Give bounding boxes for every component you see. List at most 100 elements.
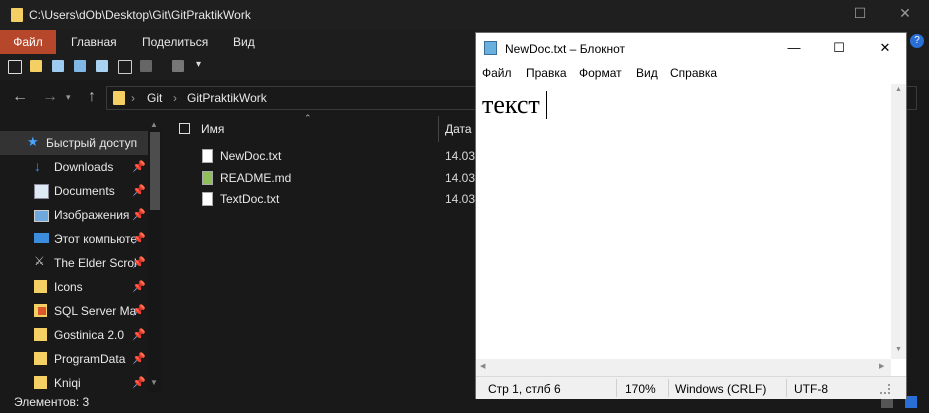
list-item[interactable]: README.md 14.03. [198,168,478,190]
sidebar-item-elder-scrolls[interactable]: ⚔ The Elder Scrolls 📌 [0,251,148,275]
menu-file[interactable]: Файл [482,66,512,80]
encoding: UTF-8 [794,382,828,396]
sort-icon[interactable] [172,60,184,72]
new-folder-icon[interactable] [30,60,42,72]
text-caret [546,91,547,119]
explorer-maximize-icon[interactable]: ☐ [853,6,867,20]
notepad-menu-bar: Файл Правка Формат Вид Справка [476,63,906,83]
menu-format[interactable]: Формат [579,66,622,80]
pin-icon[interactable]: 📌 [132,328,146,341]
sidebar-item-documents[interactable]: Documents 📌 [0,179,148,203]
pin-icon[interactable]: 📌 [132,256,146,269]
sidebar-item-label: ProgramData [54,352,126,366]
sidebar-item-label: The Elder Scrolls [54,256,136,270]
list-item[interactable]: TextDoc.txt 14.03. [198,189,478,211]
scroll-up-icon[interactable]: ▲ [895,86,902,93]
file-date: 14.03. [445,149,479,163]
notepad-icon [484,41,497,55]
tiles-view-icon[interactable] [96,60,108,72]
sidebar-item-label: Gostinica 2.0 [54,328,125,342]
select-all-icon[interactable] [118,60,132,74]
sidebar-scrollbar-thumb[interactable] [150,132,160,210]
select-all-checkbox[interactable] [179,123,190,134]
pin-icon[interactable]: 📌 [132,184,146,197]
item-count: Элементов: 3 [14,395,90,409]
forward-arrow-icon[interactable]: → [42,88,58,106]
scroll-down-icon[interactable]: ▼ [150,378,158,387]
address-bar[interactable]: › Git › GitPraktikWork [106,86,508,110]
sidebar-item-sql-server[interactable]: SQL Server Management 📌 [0,299,148,323]
recent-locations-icon[interactable]: ▾ [66,92,71,103]
pin-icon[interactable]: 📌 [132,208,146,221]
file-date: 14.03. [445,192,479,206]
sidebar-item-downloads[interactable]: ↓ Downloads 📌 [0,155,148,179]
scroll-down-icon[interactable]: ▼ [895,346,902,353]
tab-file[interactable]: Файл [0,30,56,54]
properties-icon[interactable] [8,60,22,74]
folder-icon [113,91,125,105]
sidebar-item-label: Downloads [54,160,114,174]
breadcrumb-git[interactable]: Git [147,91,162,105]
sidebar-item-icons[interactable]: Icons 📌 [0,275,148,299]
list-item[interactable]: NewDoc.txt 14.03. [198,146,478,168]
horizontal-scrollbar[interactable]: ◀ ▶ [476,359,891,376]
menu-edit[interactable]: Правка [526,66,567,80]
sidebar-item-pictures[interactable]: Изображения 📌 [0,203,148,227]
folder-icon [11,8,23,22]
line-endings: Windows (CRLF) [675,382,767,396]
customize-toolbar-icon[interactable]: ▾ [196,59,201,70]
star-icon: ★ [27,134,39,149]
column-name[interactable]: Имя [201,122,224,136]
folder-icon [34,376,47,389]
notepad-text-area[interactable]: текст [476,84,891,376]
pin-icon[interactable]: 📌 [132,376,146,389]
sidebar-item-programdata[interactable]: ProgramData 📌 [0,347,148,371]
pin-icon[interactable]: 📌 [132,160,146,173]
close-icon[interactable]: ✕ [877,41,893,55]
explorer-close-icon[interactable]: ✕ [898,6,912,20]
sidebar-item-label: Изображения [54,208,130,222]
file-name: NewDoc.txt [220,149,282,163]
column-header: Имя ⌃ Дата [170,113,476,142]
menu-help[interactable]: Справка [670,66,717,80]
navigation-pane: ★ Быстрый доступ ↓ Downloads 📌 Documents… [0,130,162,392]
pin-icon[interactable]: 📌 [132,304,146,317]
up-arrow-icon[interactable]: ↑ [88,88,96,106]
game-icon: ⚔ [34,254,45,268]
sidebar-item-label: SQL Server Management [54,304,136,318]
group-by-icon[interactable] [140,60,152,72]
tab-home[interactable]: Главная [71,30,117,54]
column-divider[interactable] [438,116,439,142]
pin-icon[interactable]: 📌 [132,352,146,365]
list-view-icon[interactable] [74,60,86,72]
tab-share[interactable]: Поделиться [142,30,208,54]
chevron-right-icon[interactable]: › [131,91,135,105]
menu-view[interactable]: Вид [636,66,658,80]
maximize-icon[interactable]: ☐ [831,41,847,55]
status-divider [668,379,669,397]
details-view-icon[interactable] [52,60,64,72]
text-file-icon [202,149,213,163]
notepad-window: NewDoc.txt – Блокнот — ☐ ✕ Файл Правка Ф… [475,32,907,399]
pin-icon[interactable]: 📌 [132,280,146,293]
scroll-up-icon[interactable]: ▲ [150,120,158,129]
tab-view[interactable]: Вид [233,30,255,54]
chevron-right-icon[interactable]: › [173,91,177,105]
back-arrow-icon[interactable]: ← [12,88,28,106]
sidebar-item-gostinica[interactable]: Gostinica 2.0 📌 [0,323,148,347]
vertical-scrollbar[interactable]: ▲ ▼ [891,84,906,359]
folder-icon [34,280,47,293]
markdown-file-icon [202,171,213,185]
pin-icon[interactable]: 📌 [132,232,146,245]
computer-icon [34,233,49,243]
search-box-edge[interactable] [906,86,917,110]
column-date[interactable]: Дата [445,122,472,136]
sidebar-item-this-pc[interactable]: Этот компьютер 📌 [0,227,148,251]
help-icon[interactable]: ? [910,34,924,48]
resize-grip-icon[interactable] [880,384,890,394]
sidebar-item-quick-access[interactable]: ★ Быстрый доступ [0,131,148,155]
minimize-icon[interactable]: — [786,41,802,55]
scroll-left-icon[interactable]: ◀ [480,362,485,370]
breadcrumb-gitpraktikwork[interactable]: GitPraktikWork [187,91,267,105]
scroll-right-icon[interactable]: ▶ [879,362,884,370]
